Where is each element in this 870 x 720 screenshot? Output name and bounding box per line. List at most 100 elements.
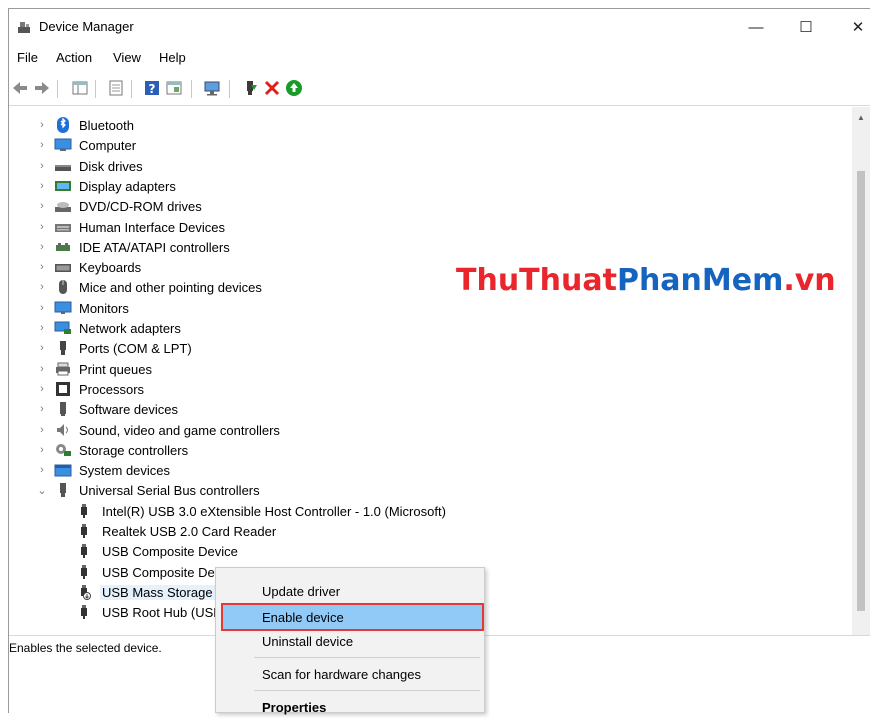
tree-category-row[interactable]: › IDE ATA/ATAPI controllers bbox=[9, 237, 809, 257]
chevron-right-icon[interactable]: › bbox=[36, 221, 48, 233]
chevron-right-icon[interactable]: › bbox=[36, 424, 48, 436]
tree-category-row[interactable]: › DVD/CD-ROM drives bbox=[9, 196, 809, 216]
chevron-right-icon[interactable]: › bbox=[36, 302, 48, 314]
context-scan-hardware-label: Scan for hardware changes bbox=[262, 667, 421, 682]
tree-category-row[interactable]: › Network adapters bbox=[9, 318, 809, 338]
toolbar-separator bbox=[95, 80, 96, 98]
chevron-right-icon[interactable]: › bbox=[36, 322, 48, 334]
context-properties[interactable]: Properties bbox=[216, 695, 484, 720]
show-hide-tree-icon[interactable] bbox=[71, 79, 89, 97]
device-tree: › Bluetooth › Computer › Disk drives › Display … bbox=[9, 107, 859, 635]
tree-device-row[interactable]: USB Composite Device bbox=[9, 541, 809, 561]
tree-category-row[interactable]: › Display adapters bbox=[9, 176, 809, 196]
toolbar-separator bbox=[57, 80, 58, 98]
chevron-right-icon[interactable]: › bbox=[36, 342, 48, 354]
tree-category-label: Print queues bbox=[79, 361, 152, 377]
tree-category-label: System devices bbox=[79, 463, 171, 479]
display-adapter-icon bbox=[54, 178, 72, 194]
tree-device-row[interactable]: Intel(R) USB 3.0 eXtensible Host Control… bbox=[9, 501, 809, 521]
chevron-right-icon[interactable]: › bbox=[36, 281, 48, 293]
minimize-button[interactable]: — bbox=[733, 9, 779, 45]
action-view-icon[interactable] bbox=[165, 79, 183, 97]
tree-category-row[interactable]: › Ports (COM & LPT) bbox=[9, 338, 809, 358]
chevron-right-icon[interactable]: › bbox=[36, 119, 48, 131]
properties-sheet-icon[interactable] bbox=[107, 79, 125, 97]
scroll-up-arrow-icon[interactable]: ▲ bbox=[857, 113, 865, 122]
tree-category-row[interactable]: › Storage controllers bbox=[9, 440, 809, 460]
back-arrow-icon[interactable] bbox=[11, 79, 29, 97]
chevron-right-icon[interactable]: › bbox=[36, 160, 48, 172]
ide-controller-icon bbox=[54, 239, 72, 255]
hid-icon bbox=[54, 219, 72, 235]
toolbar-separator bbox=[229, 80, 230, 98]
tree-category-row[interactable]: › Sound, video and game controllers bbox=[9, 420, 809, 440]
storage-controller-icon bbox=[54, 442, 72, 458]
menu-file[interactable]: File bbox=[17, 50, 38, 65]
help-icon[interactable]: ? bbox=[143, 79, 161, 97]
menu-help[interactable]: Help bbox=[159, 50, 186, 65]
tree-category-row[interactable]: › Human Interface Devices bbox=[9, 217, 809, 237]
tree-category-label: Network adapters bbox=[79, 321, 181, 336]
network-adapter-icon bbox=[54, 320, 72, 336]
monitor-scan-icon[interactable] bbox=[203, 79, 221, 97]
usb-plug-icon bbox=[75, 564, 93, 580]
scrollbar-thumb[interactable] bbox=[857, 171, 865, 611]
tree-category-label: Software devices bbox=[79, 402, 178, 418]
chevron-right-icon[interactable]: › bbox=[36, 363, 48, 375]
title-bar: Device Manager — ☐ ✕ bbox=[9, 9, 870, 45]
computer-icon bbox=[54, 137, 72, 153]
tree-category-row[interactable]: › System devices bbox=[9, 460, 809, 480]
menu-view[interactable]: View bbox=[113, 50, 141, 65]
tree-category-row[interactable]: ⌄ Universal Serial Bus controllers bbox=[9, 480, 809, 500]
chevron-right-icon[interactable]: › bbox=[36, 444, 48, 456]
tree-category-label: Ports (COM & LPT) bbox=[79, 341, 192, 357]
chevron-down-icon[interactable]: ⌄ bbox=[36, 484, 48, 497]
tree-category-row[interactable]: › Processors bbox=[9, 379, 809, 399]
tree-category-row[interactable]: › Disk drives bbox=[9, 156, 809, 176]
svg-text:?: ? bbox=[149, 82, 156, 96]
tree-category-row[interactable]: › Software devices bbox=[9, 399, 809, 419]
tree-category-label: Human Interface Devices bbox=[79, 219, 225, 235]
chevron-right-icon[interactable]: › bbox=[36, 180, 48, 192]
forward-arrow-icon[interactable] bbox=[33, 79, 51, 97]
update-driver-icon[interactable] bbox=[241, 79, 259, 97]
context-uninstall-device[interactable]: Uninstall device bbox=[216, 629, 484, 654]
tree-category-row[interactable]: › Print queues bbox=[9, 359, 809, 379]
context-update-driver-label: Update driver bbox=[262, 584, 341, 599]
chevron-right-icon[interactable]: › bbox=[36, 403, 48, 415]
tree-category-row[interactable]: › Bluetooth bbox=[9, 115, 809, 135]
context-separator bbox=[254, 657, 480, 658]
chevron-right-icon[interactable]: › bbox=[36, 139, 48, 151]
tree-category-row[interactable]: › Computer bbox=[9, 135, 809, 155]
chevron-right-icon[interactable]: › bbox=[36, 464, 48, 476]
system-device-icon bbox=[54, 462, 72, 478]
port-icon bbox=[54, 340, 72, 356]
usb-warning-icon bbox=[75, 584, 93, 600]
tree-device-row[interactable]: Realtek USB 2.0 Card Reader bbox=[9, 521, 809, 541]
processor-icon bbox=[54, 381, 72, 397]
enable-device-icon[interactable] bbox=[285, 79, 303, 97]
close-button[interactable]: ✕ bbox=[835, 9, 870, 45]
menu-action[interactable]: Action bbox=[56, 50, 92, 65]
watermark-part-3: .vn bbox=[783, 263, 836, 298]
vertical-scrollbar[interactable]: ▲ bbox=[852, 107, 870, 635]
tree-category-label: Processors bbox=[79, 381, 145, 397]
uninstall-x-icon[interactable] bbox=[263, 79, 281, 97]
tree-category-row[interactable]: › Monitors bbox=[9, 298, 809, 318]
tree-device-label: Realtek USB 2.0 Card Reader bbox=[102, 524, 277, 539]
tree-category-label: Computer bbox=[79, 138, 137, 154]
chevron-right-icon[interactable]: › bbox=[36, 241, 48, 253]
chevron-right-icon[interactable]: › bbox=[36, 383, 48, 395]
window-title: Device Manager bbox=[39, 19, 134, 34]
chevron-right-icon[interactable]: › bbox=[36, 261, 48, 273]
dvd-drive-icon bbox=[54, 198, 72, 214]
context-enable-device[interactable]: Enable device bbox=[221, 603, 484, 631]
tree-device-label: Intel(R) USB 3.0 eXtensible Host Control… bbox=[102, 503, 446, 519]
context-update-driver[interactable]: Update driver bbox=[216, 579, 484, 604]
context-enable-device-label: Enable device bbox=[262, 610, 344, 625]
context-separator bbox=[254, 690, 480, 691]
keyboard-icon bbox=[54, 259, 72, 275]
chevron-right-icon[interactable]: › bbox=[36, 200, 48, 212]
maximize-button[interactable]: ☐ bbox=[783, 9, 829, 45]
context-scan-hardware[interactable]: Scan for hardware changes bbox=[216, 662, 484, 687]
